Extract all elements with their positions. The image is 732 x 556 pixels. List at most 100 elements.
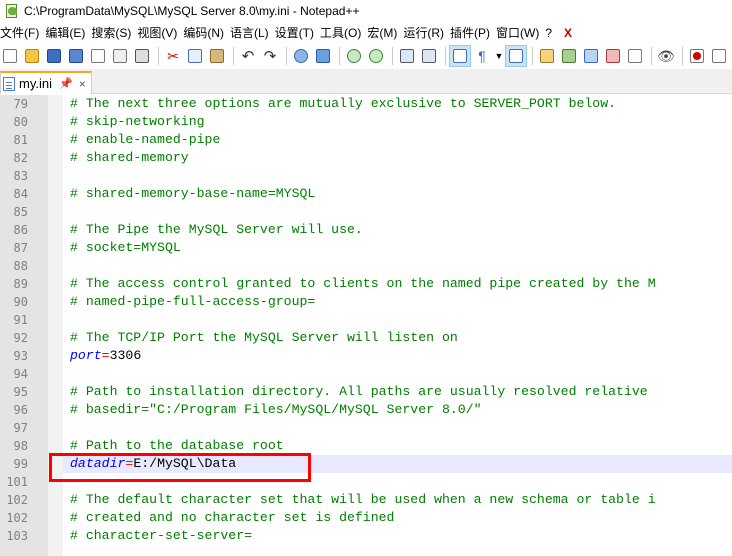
menu-encoding[interactable]: 编码(N)	[183, 24, 230, 41]
code-line[interactable]: 91	[0, 311, 732, 329]
code-text: # basedir="C:/Program Files/MySQL/MySQL …	[70, 402, 482, 417]
code-line[interactable]: 101	[0, 473, 732, 491]
indent-guide-icon[interactable]	[505, 45, 527, 67]
user-language-icon[interactable]	[537, 46, 557, 66]
close-all-icon[interactable]	[110, 46, 130, 66]
code-text: # The access control granted to clients …	[70, 276, 656, 291]
menu-bar: 文件(F) 编辑(E) 搜索(S) 视图(V) 编码(N) 语言(L) 设置(T…	[0, 22, 732, 43]
code-line[interactable]: 98 # Path to the database root	[0, 437, 732, 455]
line-number: 98	[13, 439, 28, 453]
menu-tools[interactable]: 工具(O)	[320, 24, 367, 41]
code-text: # The default character set that will be…	[70, 492, 656, 507]
code-line[interactable]: 103 # character-set-server=	[0, 527, 732, 545]
menu-file[interactable]: 文件(F)	[0, 24, 45, 41]
code-line[interactable]: 96 # basedir="C:/Program Files/MySQL/MySQ…	[0, 401, 732, 419]
sync-vertical-icon[interactable]	[397, 46, 417, 66]
code-line[interactable]: 81 # enable-named-pipe	[0, 131, 732, 149]
code-line[interactable]: 97	[0, 419, 732, 437]
code-line[interactable]: 102 # The default character set that will…	[0, 491, 732, 509]
code-line[interactable]: 90 # named-pipe-full-access-group=	[0, 293, 732, 311]
code-line[interactable]: 84 # shared-memory-base-name=MYSQL	[0, 185, 732, 203]
find-icon[interactable]	[291, 46, 311, 66]
code-text: # The next three options are mutually ex…	[70, 96, 616, 111]
code-editor[interactable]: 79 # The next three options are mutually …	[0, 95, 732, 556]
code-line[interactable]: 89 # The access control granted to client…	[0, 275, 732, 293]
menu-plugins[interactable]: 插件(P)	[450, 24, 496, 41]
toolbar-separator	[233, 47, 234, 65]
menu-language[interactable]: 语言(L)	[230, 24, 275, 41]
code-line[interactable]: 79 # The next three options are mutually …	[0, 95, 732, 113]
code-line[interactable]: 82 # shared-memory	[0, 149, 732, 167]
function-list-icon[interactable]	[581, 46, 601, 66]
line-number: 86	[13, 223, 28, 237]
line-number: 80	[13, 115, 28, 129]
menu-window[interactable]: 窗口(W)	[496, 24, 545, 41]
line-number: 99	[13, 457, 28, 471]
replace-icon[interactable]	[313, 46, 333, 66]
cut-icon[interactable]: ✂	[163, 46, 183, 66]
toolbar-separator	[392, 47, 393, 65]
value-token: 3306	[109, 348, 142, 363]
save-icon[interactable]	[44, 46, 64, 66]
menu-run[interactable]: 运行(R)	[403, 24, 450, 41]
comment-token: # created and no character set is define…	[70, 510, 395, 525]
toolbar-separator	[651, 47, 652, 65]
code-line[interactable]: 85	[0, 203, 732, 221]
folder-workspace-icon[interactable]	[603, 46, 623, 66]
zoom-in-icon[interactable]	[344, 46, 364, 66]
toolbar: ✂ ↶ ↷ ¶ ▼ 👁	[0, 43, 732, 69]
code-line[interactable]: 83	[0, 167, 732, 185]
monitoring-icon[interactable]	[625, 46, 645, 66]
toolbar-separator	[286, 47, 287, 65]
open-file-icon[interactable]	[22, 46, 42, 66]
new-file-icon[interactable]	[0, 46, 20, 66]
menu-help[interactable]: ?	[545, 26, 558, 40]
code-line[interactable]: 88	[0, 257, 732, 275]
code-line[interactable]: 95 # Path to installation directory. All …	[0, 383, 732, 401]
tab-close-icon[interactable]: ×	[79, 77, 86, 91]
undo-icon[interactable]: ↶	[238, 46, 258, 66]
preview-icon[interactable]: 👁	[656, 46, 676, 66]
tab-my-ini[interactable]: my.ini 📌 ×	[0, 71, 92, 94]
menu-view[interactable]: 视图(V)	[137, 24, 183, 41]
toolbar-separator	[682, 47, 683, 65]
line-number: 102	[6, 511, 28, 525]
code-line[interactable]: 80 # skip-networking	[0, 113, 732, 131]
redo-icon[interactable]: ↷	[260, 46, 280, 66]
paste-icon[interactable]	[207, 46, 227, 66]
menu-search[interactable]: 搜索(S)	[91, 24, 137, 41]
menu-edit[interactable]: 编辑(E)	[45, 24, 91, 41]
zoom-out-icon[interactable]	[366, 46, 386, 66]
stop-macro-icon[interactable]	[709, 46, 729, 66]
line-number: 92	[13, 331, 28, 345]
record-macro-icon[interactable]	[687, 46, 707, 66]
code-text: # socket=MYSQL	[70, 240, 181, 255]
code-line[interactable]: 94	[0, 365, 732, 383]
menu-macro[interactable]: 宏(M)	[367, 24, 403, 41]
line-number: 85	[13, 205, 28, 219]
menu-settings[interactable]: 设置(T)	[275, 24, 320, 41]
comment-token: # The default character set that will be…	[70, 492, 656, 507]
print-icon[interactable]	[132, 46, 152, 66]
doc-map-icon[interactable]	[559, 46, 579, 66]
menu-close-button[interactable]: X	[564, 26, 572, 40]
code-line[interactable]: 86 # The Pipe the MySQL Server will use.	[0, 221, 732, 239]
code-text: # character-set-server=	[70, 528, 252, 543]
code-line[interactable]: 87 # socket=MYSQL	[0, 239, 732, 257]
code-line[interactable]: 92 # The TCP/IP Port the MySQL Server wil…	[0, 329, 732, 347]
sync-horizontal-icon[interactable]	[419, 46, 439, 66]
code-text: datadir=E:/MySQL\Data	[70, 456, 236, 471]
word-wrap-icon[interactable]	[449, 45, 471, 67]
pin-icon[interactable]: 📌	[59, 77, 73, 90]
show-all-chars-icon[interactable]: ¶	[472, 46, 492, 66]
code-line[interactable]: 99 datadir=E:/MySQL\Data	[14, 455, 732, 473]
close-icon[interactable]	[88, 46, 108, 66]
copy-icon[interactable]	[185, 46, 205, 66]
code-line[interactable]: 93 port=3306	[0, 347, 732, 365]
code-text: # Path to the database root	[70, 438, 284, 453]
save-all-icon[interactable]	[66, 46, 86, 66]
line-number: 96	[13, 403, 28, 417]
comment-token: # Path to the database root	[70, 438, 284, 453]
code-line[interactable]: 102 # created and no character set is def…	[0, 509, 732, 527]
dropdown-icon[interactable]: ▼	[494, 46, 504, 66]
